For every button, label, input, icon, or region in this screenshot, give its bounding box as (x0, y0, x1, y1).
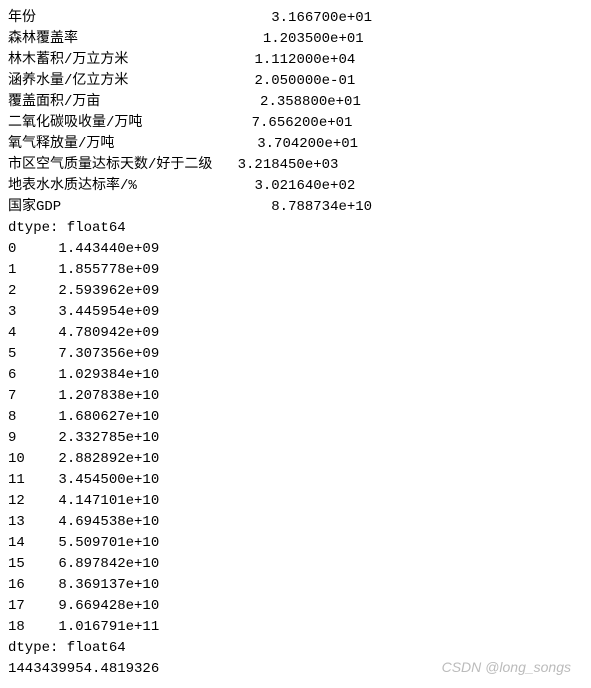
summary-label: 地表水水质达标率/% (8, 178, 137, 194)
series-index: 11 (8, 472, 25, 488)
series-index: 9 (8, 430, 16, 446)
series-row: 18 1.016791e+11 (8, 617, 583, 638)
series-index: 10 (8, 451, 25, 467)
series-value: 4.147101e+10 (58, 493, 159, 509)
series-row: 4 4.780942e+09 (8, 323, 583, 344)
summary-label: 森林覆盖率 (8, 31, 78, 47)
summary-label: 覆盖面积/万亩 (8, 94, 100, 110)
series-index: 6 (8, 367, 16, 383)
series-value: 1.207838e+10 (58, 388, 159, 404)
summary-row: 氧气释放量/万吨 3.704200e+01 (8, 134, 583, 155)
series-block: 0 1.443440e+091 1.855778e+092 2.593962e+… (8, 239, 583, 638)
series-value: 1.016791e+11 (58, 619, 159, 635)
series-row: 5 7.307356e+09 (8, 344, 583, 365)
summary-label: 涵养水量/亿立方米 (8, 73, 128, 89)
summary-label: 国家GDP (8, 199, 61, 215)
series-row: 6 1.029384e+10 (8, 365, 583, 386)
series-value: 3.454500e+10 (58, 472, 159, 488)
series-index: 4 (8, 325, 16, 341)
series-row: 8 1.680627e+10 (8, 407, 583, 428)
dtype-line-2: dtype: float64 (8, 638, 583, 659)
series-value: 3.445954e+09 (58, 304, 159, 320)
series-row: 7 1.207838e+10 (8, 386, 583, 407)
series-index: 5 (8, 346, 16, 362)
series-row: 3 3.445954e+09 (8, 302, 583, 323)
final-value: 1443439954.4819326 (8, 659, 583, 680)
dtype-line-1: dtype: float64 (8, 218, 583, 239)
series-value: 8.369137e+10 (58, 577, 159, 593)
summary-value: 3.021640e+02 (254, 178, 355, 194)
series-index: 14 (8, 535, 25, 551)
summary-value: 2.050000e-01 (254, 73, 355, 89)
series-row: 17 9.669428e+10 (8, 596, 583, 617)
series-value: 6.897842e+10 (58, 556, 159, 572)
series-row: 12 4.147101e+10 (8, 491, 583, 512)
summary-row: 二氧化碳吸收量/万吨 7.656200e+01 (8, 113, 583, 134)
summary-row: 涵养水量/亿立方米 2.050000e-01 (8, 71, 583, 92)
series-index: 17 (8, 598, 25, 614)
series-value: 4.694538e+10 (58, 514, 159, 530)
series-row: 16 8.369137e+10 (8, 575, 583, 596)
summary-value: 3.218450e+03 (238, 157, 339, 173)
series-value: 9.669428e+10 (58, 598, 159, 614)
series-index: 12 (8, 493, 25, 509)
summary-value: 8.788734e+10 (271, 199, 372, 215)
series-index: 8 (8, 409, 16, 425)
series-value: 1.680627e+10 (58, 409, 159, 425)
summary-row: 市区空气质量达标天数/好于二级 3.218450e+03 (8, 155, 583, 176)
series-index: 18 (8, 619, 25, 635)
series-row: 0 1.443440e+09 (8, 239, 583, 260)
series-value: 4.780942e+09 (58, 325, 159, 341)
series-index: 1 (8, 262, 16, 278)
series-index: 0 (8, 241, 16, 257)
series-value: 2.593962e+09 (58, 283, 159, 299)
series-value: 1.443440e+09 (58, 241, 159, 257)
summary-row: 林木蓄积/万立方米 1.112000e+04 (8, 50, 583, 71)
summary-row: 国家GDP 8.788734e+10 (8, 197, 583, 218)
series-value: 1.029384e+10 (58, 367, 159, 383)
summary-value: 7.656200e+01 (252, 115, 353, 131)
series-row: 14 5.509701e+10 (8, 533, 583, 554)
series-index: 3 (8, 304, 16, 320)
series-value: 2.882892e+10 (58, 451, 159, 467)
summary-label: 市区空气质量达标天数/好于二级 (8, 157, 212, 173)
summary-row: 覆盖面积/万亩 2.358800e+01 (8, 92, 583, 113)
summary-value: 1.203500e+01 (263, 31, 364, 47)
series-row: 11 3.454500e+10 (8, 470, 583, 491)
summary-label: 林木蓄积/万立方米 (8, 52, 128, 68)
series-index: 13 (8, 514, 25, 530)
series-index: 16 (8, 577, 25, 593)
summary-label: 年份 (8, 10, 36, 26)
summary-block: 年份 3.166700e+01森林覆盖率 1.203500e+01林木蓄积/万立… (8, 8, 583, 218)
series-value: 2.332785e+10 (58, 430, 159, 446)
series-row: 1 1.855778e+09 (8, 260, 583, 281)
summary-value: 3.704200e+01 (257, 136, 358, 152)
summary-value: 2.358800e+01 (260, 94, 361, 110)
series-value: 1.855778e+09 (58, 262, 159, 278)
summary-value: 3.166700e+01 (271, 10, 372, 26)
summary-row: 森林覆盖率 1.203500e+01 (8, 29, 583, 50)
series-index: 7 (8, 388, 16, 404)
summary-label: 二氧化碳吸收量/万吨 (8, 115, 142, 131)
series-row: 9 2.332785e+10 (8, 428, 583, 449)
summary-row: 地表水水质达标率/% 3.021640e+02 (8, 176, 583, 197)
series-index: 15 (8, 556, 25, 572)
series-row: 15 6.897842e+10 (8, 554, 583, 575)
series-value: 5.509701e+10 (58, 535, 159, 551)
series-index: 2 (8, 283, 16, 299)
series-row: 13 4.694538e+10 (8, 512, 583, 533)
series-row: 2 2.593962e+09 (8, 281, 583, 302)
series-value: 7.307356e+09 (58, 346, 159, 362)
summary-row: 年份 3.166700e+01 (8, 8, 583, 29)
summary-value: 1.112000e+04 (254, 52, 355, 68)
summary-label: 氧气释放量/万吨 (8, 136, 114, 152)
series-row: 10 2.882892e+10 (8, 449, 583, 470)
